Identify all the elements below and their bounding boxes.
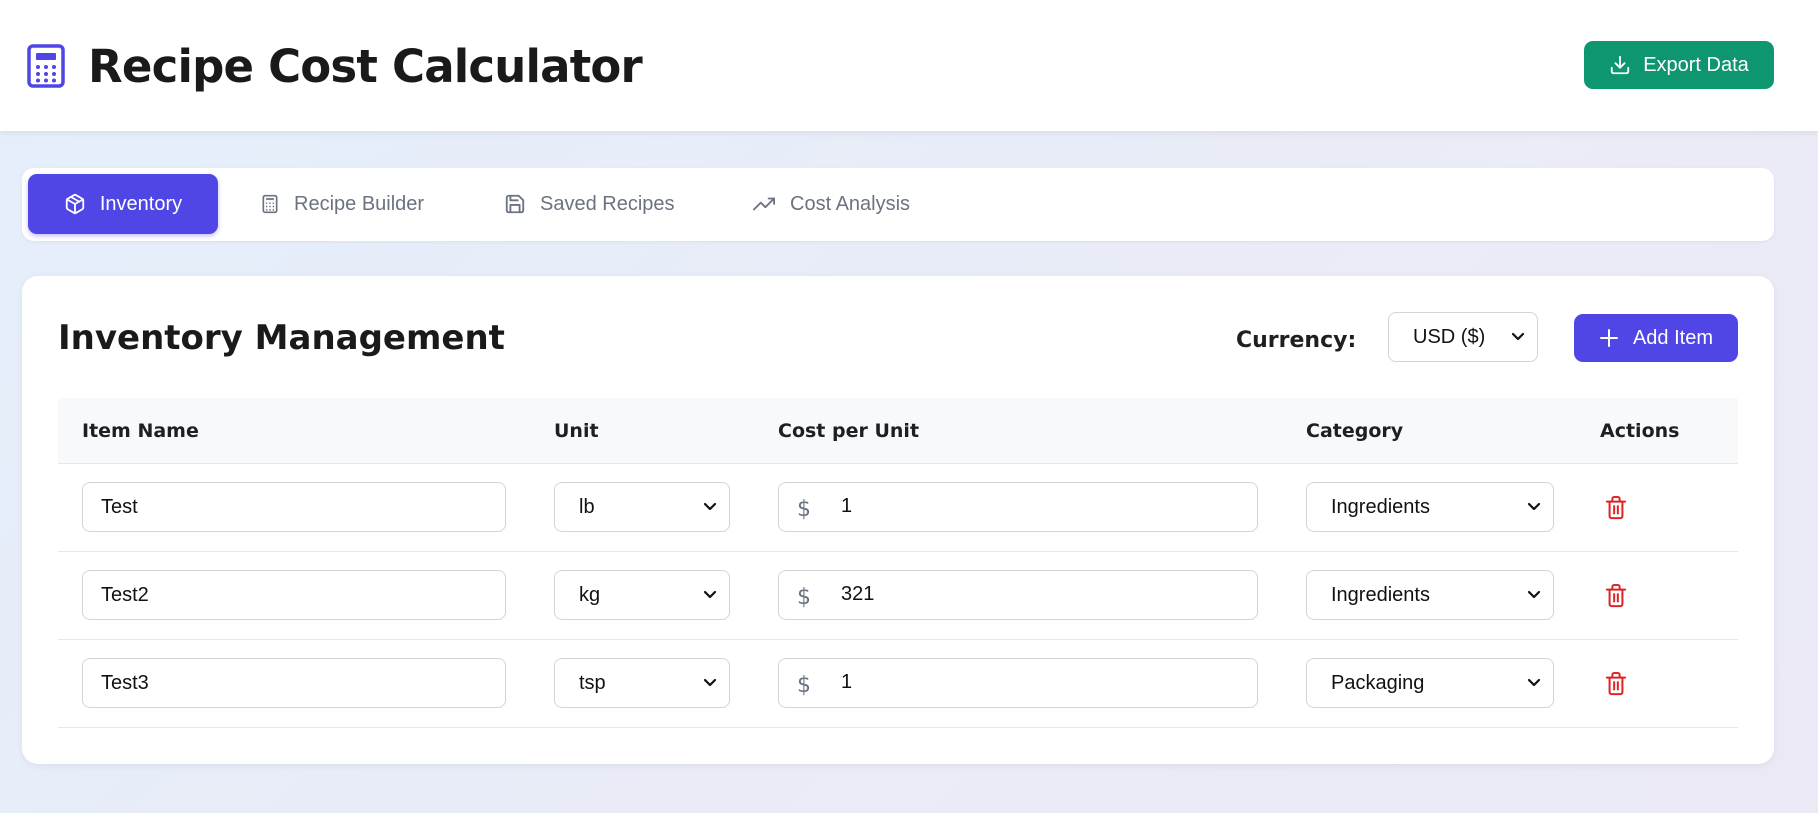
add-item-button[interactable]: Add Item xyxy=(1574,314,1738,362)
download-icon xyxy=(1611,55,1630,75)
trash-icon[interactable] xyxy=(1605,583,1627,609)
cost-value: 321 xyxy=(841,583,875,605)
category-select-value: Ingredients xyxy=(1331,495,1430,518)
unit-select[interactable]: lb xyxy=(554,482,730,532)
chevron-down-icon xyxy=(703,502,717,511)
column-header-item-name: Item Name xyxy=(82,420,199,442)
currency-select-value: USD ($) xyxy=(1413,325,1486,348)
chevron-down-icon xyxy=(703,678,717,687)
tab-saved-recipes-label: Saved Recipes xyxy=(540,192,675,215)
column-header-actions: Actions xyxy=(1600,420,1680,442)
save-icon xyxy=(505,194,525,214)
tab-inventory-label: Inventory xyxy=(99,192,183,215)
unit-select-value: tsp xyxy=(579,671,606,694)
table-row: Test lb $ 1 Ingredients xyxy=(58,464,1738,552)
unit-select[interactable]: tsp xyxy=(554,658,730,708)
unit-select[interactable]: kg xyxy=(554,570,730,620)
currency-label: Currency: xyxy=(1236,328,1357,353)
trending-up-icon xyxy=(753,197,775,211)
tab-cost-analysis[interactable]: Cost Analysis xyxy=(752,174,910,234)
chevron-down-icon xyxy=(703,590,717,599)
cost-input[interactable]: $ 1 xyxy=(778,482,1258,532)
category-select-value: Ingredients xyxy=(1331,583,1430,606)
tab-inventory[interactable]: Inventory xyxy=(28,174,218,234)
category-select-value: Packaging xyxy=(1331,671,1425,694)
tab-saved-recipes[interactable]: Saved Recipes xyxy=(504,174,675,234)
tab-bar: Inventory Recipe Builder Saved Recipes C… xyxy=(22,168,1774,241)
table-header: Item Name Unit Cost per Unit Category Ac… xyxy=(58,398,1738,464)
cost-input[interactable]: $ 1 xyxy=(778,658,1258,708)
item-name-input[interactable]: Test xyxy=(82,482,506,532)
column-header-cost-per-unit: Cost per Unit xyxy=(778,420,920,442)
trash-icon[interactable] xyxy=(1605,495,1627,521)
table-row: Test3 tsp $ 1 Packaging xyxy=(58,640,1738,728)
column-header-unit: Unit xyxy=(554,420,599,442)
export-data-button[interactable]: Export Data xyxy=(1584,41,1774,89)
app-title: Recipe Cost Calculator xyxy=(88,40,643,93)
tab-cost-analysis-label: Cost Analysis xyxy=(790,192,911,215)
currency-select[interactable]: USD ($) xyxy=(1388,312,1538,362)
chevron-down-icon xyxy=(1511,332,1525,341)
cost-value: 1 xyxy=(841,495,853,517)
tab-recipe-builder[interactable]: Recipe Builder xyxy=(260,174,424,234)
calculator-icon xyxy=(27,44,65,88)
plus-icon xyxy=(1599,329,1618,347)
unit-select-value: kg xyxy=(579,583,601,606)
item-name-input[interactable]: Test2 xyxy=(82,570,506,620)
trash-icon[interactable] xyxy=(1605,671,1627,697)
dollar-sign: $ xyxy=(797,585,811,610)
table-row: Test2 kg $ 321 Ingredients xyxy=(58,552,1738,640)
category-select[interactable]: Ingredients xyxy=(1306,570,1554,620)
cost-input[interactable]: $ 321 xyxy=(778,570,1258,620)
item-name-input[interactable]: Test3 xyxy=(82,658,506,708)
dollar-sign: $ xyxy=(797,673,811,698)
add-item-label: Add Item xyxy=(1632,326,1714,349)
category-select[interactable]: Ingredients xyxy=(1306,482,1554,532)
column-header-category: Category xyxy=(1306,420,1404,442)
calculator-icon xyxy=(262,194,278,214)
tab-recipe-builder-label: Recipe Builder xyxy=(294,192,425,215)
box-icon xyxy=(65,193,85,215)
category-select[interactable]: Packaging xyxy=(1306,658,1554,708)
inventory-title: Inventory Management xyxy=(58,318,505,358)
chevron-down-icon xyxy=(1527,590,1541,599)
dollar-sign: $ xyxy=(797,497,811,522)
inventory-card: Inventory Management Currency: USD ($) A… xyxy=(22,276,1774,764)
chevron-down-icon xyxy=(1527,502,1541,511)
export-data-label: Export Data xyxy=(1643,53,1749,76)
chevron-down-icon xyxy=(1527,678,1541,687)
unit-select-value: lb xyxy=(579,495,595,518)
app-header: Recipe Cost Calculator Export Data xyxy=(0,0,1818,131)
cost-value: 1 xyxy=(841,671,853,693)
